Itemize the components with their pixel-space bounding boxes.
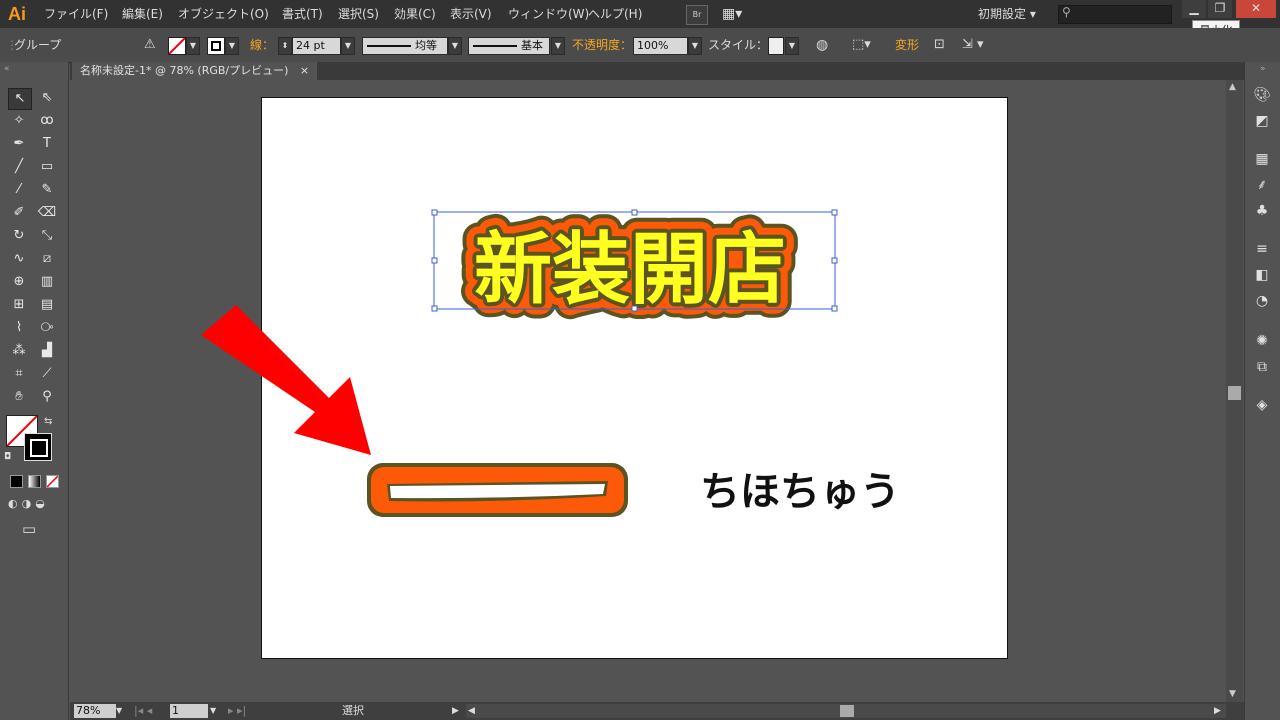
stroke-panel-icon[interactable]: ≡: [1248, 238, 1276, 260]
zoom-dropdown[interactable]: ▼: [116, 702, 122, 720]
stroke-sample-object[interactable]: [367, 463, 628, 517]
headline-fill: 新装開店: [474, 225, 786, 315]
expand-panels-icon[interactable]: »: [1260, 64, 1266, 74]
red-arrow-annotation: [201, 305, 371, 455]
layers-icon[interactable]: ◈: [1248, 394, 1276, 416]
appearance-icon[interactable]: ✺: [1248, 330, 1276, 352]
scroll-down-icon[interactable]: ▼: [1229, 689, 1236, 699]
artboard-number-field[interactable]: 1: [170, 704, 208, 718]
status-mode: 選択: [342, 704, 364, 717]
color-panel-icon[interactable]: 🎨︎: [1248, 84, 1276, 106]
caption-text[interactable]: ちほちゅう: [700, 469, 900, 515]
headline-group[interactable]: 新装開店 新装開店 新装開店 新装開店: [459, 210, 801, 330]
scroll-up-icon[interactable]: ▲: [1229, 82, 1236, 92]
brushes-icon[interactable]: ⸙: [1248, 174, 1276, 196]
gradient-panel-icon[interactable]: ◧: [1248, 264, 1276, 286]
swatches-icon[interactable]: ▦: [1248, 148, 1276, 170]
symbols-icon[interactable]: ♣: [1248, 200, 1276, 222]
graphic-styles-icon[interactable]: ⧉: [1248, 356, 1276, 378]
status-menu-icon[interactable]: ▶: [452, 702, 459, 720]
zoom-field[interactable]: 78%: [74, 704, 116, 718]
scroll-right-icon[interactable]: ▶: [1214, 702, 1221, 720]
color-guide-icon[interactable]: ◩: [1248, 110, 1276, 132]
transparency-icon[interactable]: ◔: [1248, 290, 1276, 312]
artboard-dropdown[interactable]: ▼: [210, 702, 216, 720]
horizontal-scroll-thumb[interactable]: [840, 705, 854, 717]
artwork-layer: 新装開店 新装開店 新装開店 新装開店 ちほちゅう: [201, 209, 900, 517]
next-artboard-icon[interactable]: ▸ ▸|: [228, 702, 246, 720]
scroll-left-icon[interactable]: ◀: [468, 702, 475, 720]
first-artboard-icon[interactable]: |◂ ◂: [134, 702, 152, 720]
vertical-scroll-thumb[interactable]: [1228, 386, 1241, 400]
